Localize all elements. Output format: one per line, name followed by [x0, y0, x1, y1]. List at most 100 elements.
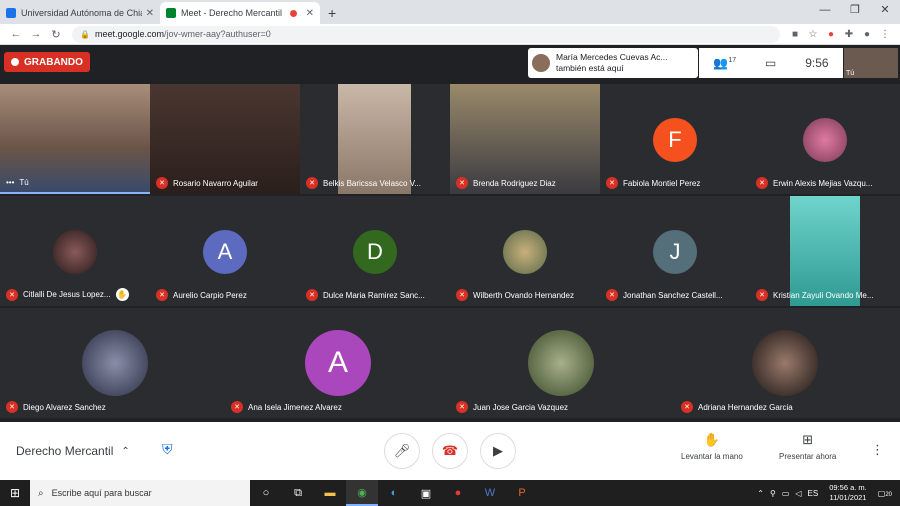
- shield-icon[interactable]: ⛨: [162, 441, 178, 459]
- chat-icon[interactable]: ▭: [765, 56, 776, 70]
- close-icon[interactable]: ✕: [146, 8, 154, 19]
- recorder-icon[interactable]: ●: [442, 480, 474, 506]
- participant-count: 17: [728, 57, 737, 64]
- meeting-clock: 9:56: [805, 56, 829, 70]
- system-tray: ⌃ ⚲ ▭ ◁ ES 09:56 a. m. 11/01/2021 ▢20: [754, 480, 900, 506]
- reload-icon[interactable]: ↻: [46, 28, 66, 41]
- search-placeholder: Escribe aquí para buscar: [51, 488, 152, 498]
- participant-tile[interactable]: ✕ Adriana Hernandez Garcia: [675, 308, 900, 418]
- minimize-icon[interactable]: —: [810, 0, 840, 22]
- more-icon[interactable]: •••: [6, 178, 14, 187]
- mic-off-icon: ✕: [606, 289, 618, 301]
- cortana-icon[interactable]: ○: [250, 480, 282, 506]
- clock-time: 09:56 a. m.: [829, 483, 867, 492]
- notifications-icon[interactable]: ▢20: [878, 489, 892, 498]
- participant-tile[interactable]: ✕ Brenda Rodriguez Diaz: [450, 84, 600, 194]
- browser-tab-bar: Universidad Autónoma de Chiap ✕ Meet - D…: [0, 0, 900, 24]
- participant-tile[interactable]: ✕ Kristian Zayuli Ovando Me...: [750, 196, 900, 306]
- new-tab-button[interactable]: +: [320, 5, 344, 24]
- avatar: [532, 54, 550, 72]
- search-icon: ⌕: [38, 487, 44, 499]
- mic-off-icon: ✕: [756, 177, 768, 189]
- more-options-icon[interactable]: ⋮: [871, 442, 884, 458]
- back-icon[interactable]: ←: [6, 28, 26, 40]
- taskbar-search-input[interactable]: ⌕ Escribe aquí para buscar: [30, 480, 250, 506]
- microphone-button[interactable]: 🎤︎: [384, 433, 420, 469]
- self-preview[interactable]: Tú: [844, 48, 898, 78]
- participant-tile[interactable]: ✕ Juan Jose Garcia Vazquez: [450, 308, 675, 418]
- word-icon[interactable]: W: [474, 480, 506, 506]
- file-explorer-icon[interactable]: ▬: [314, 480, 346, 506]
- avatar: [53, 230, 97, 274]
- meeting-details-button[interactable]: Derecho Mercantil ⌃: [16, 444, 130, 458]
- raise-hand-button[interactable]: ✋ Levantar la mano: [681, 432, 743, 461]
- menu-icon[interactable]: ⋮: [876, 29, 894, 40]
- avatar: [803, 118, 847, 162]
- participant-name: Diego Alvarez Sanchez: [23, 402, 106, 412]
- participant-tile[interactable]: A ✕ Ana Isela Jimenez Alvarez: [225, 308, 450, 418]
- participant-tile[interactable]: A ✕ Aurelio Carpio Perez: [150, 196, 300, 306]
- participant-tile[interactable]: ••• Tú: [0, 84, 150, 194]
- language-icon[interactable]: ES: [808, 489, 819, 498]
- participant-name: Tú: [19, 178, 29, 187]
- avatar: J: [653, 230, 697, 274]
- powerpoint-icon[interactable]: P: [506, 480, 538, 506]
- star-icon[interactable]: ☆: [804, 29, 822, 40]
- participant-tile[interactable]: ✕ Diego Alvarez Sanchez: [0, 308, 225, 418]
- participant-tile[interactable]: ✕ Rosario Navarro Aguilar: [150, 84, 300, 194]
- mic-off-icon: ✕: [456, 401, 468, 413]
- avatar: A: [203, 230, 247, 274]
- mic-off-icon: ✕: [456, 289, 468, 301]
- network-icon[interactable]: ⚲: [770, 489, 776, 498]
- close-window-icon[interactable]: ✕: [870, 0, 900, 22]
- camera-button[interactable]: ▶︎: [480, 433, 516, 469]
- tab-meet[interactable]: Meet - Derecho Mercantil ✕: [160, 2, 320, 24]
- people-button[interactable]: 👥17: [713, 56, 736, 70]
- task-view-icon[interactable]: ⧉: [282, 480, 314, 506]
- windows-start-icon[interactable]: ⊞: [0, 486, 30, 500]
- forward-icon[interactable]: →: [26, 28, 46, 40]
- tab-universidad[interactable]: Universidad Autónoma de Chiap ✕: [0, 2, 160, 24]
- volume-icon[interactable]: ◁: [795, 489, 801, 498]
- notification-count: 20: [885, 491, 892, 498]
- record-extension-icon[interactable]: ●: [822, 29, 840, 40]
- chevron-up-icon[interactable]: ⌃: [757, 489, 764, 498]
- raise-hand-label: Levantar la mano: [681, 452, 743, 461]
- chrome-icon[interactable]: ◉: [346, 480, 378, 506]
- avatar: [503, 230, 547, 274]
- meet-stage: GRABANDO María Mercedes Cuevas Ac... tam…: [0, 46, 900, 422]
- battery-icon[interactable]: ▭: [782, 489, 790, 498]
- mic-off-icon: ✕: [456, 177, 468, 189]
- camera-icon[interactable]: ■: [786, 29, 804, 40]
- meeting-controls: Derecho Mercantil ⌃ ⛨ 🎤︎ ☎︎ ▶︎ ✋ Levanta…: [0, 422, 900, 480]
- address-bar: ← → ↻ 🔒 meet.google.com /jov-wmer-aay?au…: [0, 24, 900, 45]
- participant-tile[interactable]: ✕ Belkis Baricssa Velasco V...: [300, 84, 450, 194]
- participant-name: Dulce Maria Ramirez Sanc...: [323, 290, 425, 300]
- participant-name: Belkis Baricssa Velasco V...: [323, 178, 421, 188]
- close-icon[interactable]: ✕: [306, 8, 314, 19]
- participant-tile[interactable]: D ✕ Dulce Maria Ramirez Sanc...: [300, 196, 450, 306]
- maximize-icon[interactable]: ❐: [840, 0, 870, 22]
- url-input[interactable]: 🔒 meet.google.com /jov-wmer-aay?authuser…: [72, 25, 780, 43]
- recording-badge: GRABANDO: [4, 52, 90, 72]
- avatar: F: [653, 118, 697, 162]
- self-label: Tú: [846, 70, 855, 77]
- recording-label: GRABANDO: [24, 56, 83, 68]
- extensions-icon[interactable]: ✚: [840, 29, 858, 40]
- mic-off-icon: ✕: [306, 177, 318, 189]
- participant-tile[interactable]: ✕ Citlalli De Jesus Lopez... ✋: [0, 196, 150, 306]
- taskbar-clock[interactable]: 09:56 a. m. 11/01/2021: [829, 483, 867, 503]
- store-icon[interactable]: ▣: [410, 480, 442, 506]
- participant-tile[interactable]: F ✕ Fabiola Montiel Perez: [600, 84, 750, 194]
- participant-tile[interactable]: J ✕ Jonathan Sanchez Castell...: [600, 196, 750, 306]
- profile-avatar[interactable]: ●: [858, 29, 876, 40]
- clock-date: 11/01/2021: [829, 493, 867, 502]
- edge-icon[interactable]: ◐: [378, 480, 410, 506]
- present-button[interactable]: ⊞ Presentar ahora: [779, 432, 836, 461]
- participant-tile[interactable]: ✕ Wilberth Ovando Hernandez: [450, 196, 600, 306]
- participant-name: Rosario Navarro Aguilar: [173, 178, 258, 188]
- leave-call-button[interactable]: ☎︎: [432, 433, 468, 469]
- participant-tile[interactable]: ✕ Erwin Alexis Mejias Vazqu...: [750, 84, 900, 194]
- hand-icon: ✋: [703, 432, 720, 447]
- taskbar: ⊞ ⌕ Escribe aquí para buscar ○ ⧉ ▬ ◉ ◐ ▣…: [0, 480, 900, 506]
